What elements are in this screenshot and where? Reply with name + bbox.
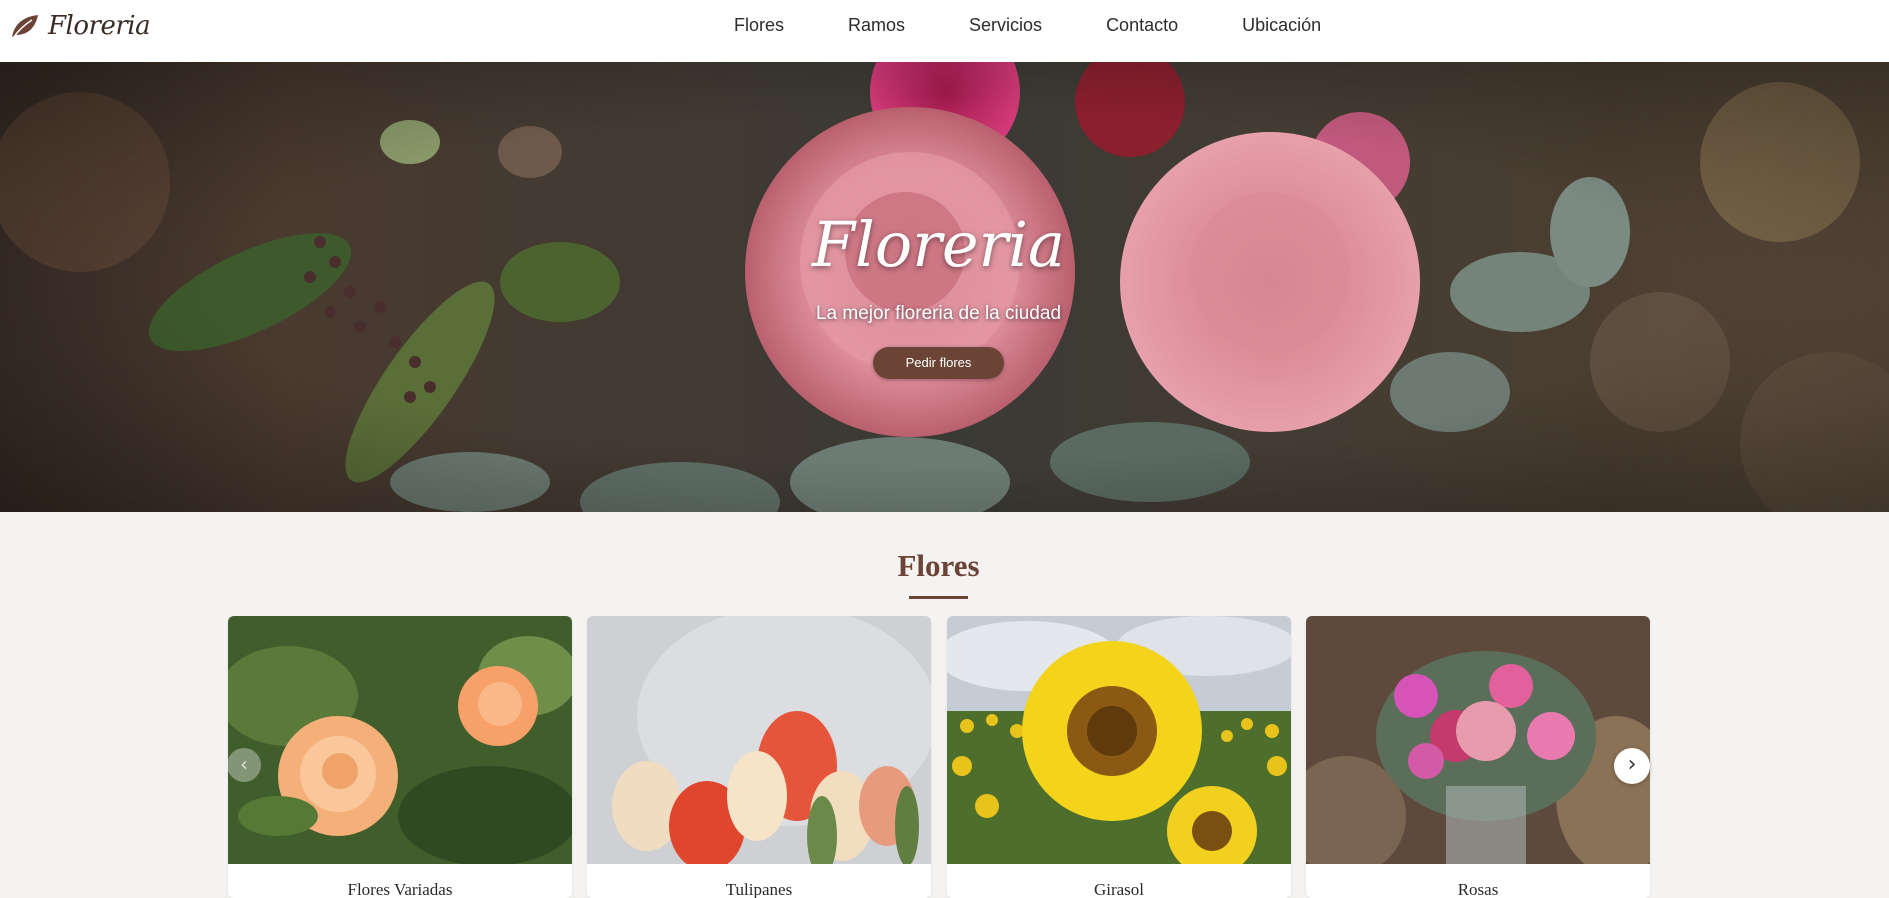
product-card[interactable]: Rosas [1306, 616, 1650, 898]
top-navbar: Floreria Flores Ramos Servicios Contacto… [0, 0, 1889, 62]
card-image-roses [1306, 616, 1650, 864]
card-title: Tulipanes [725, 880, 793, 898]
leaf-icon [12, 15, 38, 39]
chevron-right-icon[interactable]: › [1614, 748, 1650, 784]
product-card[interactable]: Tulipanes [587, 616, 931, 898]
nav-item-ramos[interactable]: Ramos [848, 15, 905, 37]
nav-item-servicios[interactable]: Servicios [969, 15, 1042, 37]
section-title: Flores [897, 548, 980, 583]
section-title-underline [909, 596, 968, 599]
brand-logo[interactable]: Floreria [10, 10, 151, 42]
chevron-left-icon[interactable]: ‹ [227, 748, 261, 782]
nav-item-ubicacion[interactable]: Ubicación [1242, 15, 1321, 37]
product-card[interactable]: Flores Variadas [228, 616, 572, 898]
card-image-mixed-flowers [228, 616, 572, 864]
hero-subtitle: La mejor floreria de la ciudad [815, 303, 1062, 324]
card-image-sunflower [947, 616, 1291, 864]
card-title: Flores Variadas [347, 880, 453, 898]
hero-title: Floreria [812, 208, 1065, 281]
nav-item-flores[interactable]: Flores [734, 15, 784, 37]
card-image-tulips [587, 616, 931, 864]
hero-background-image [0, 62, 1889, 512]
card-title: Girasol [1093, 880, 1145, 898]
hero-banner: Floreria La mejor floreria de la ciudad … [0, 62, 1889, 512]
brand-name: Floreria [48, 11, 151, 41]
order-flowers-button[interactable]: Pedir flores [873, 347, 1004, 379]
nav-item-contacto[interactable]: Contacto [1106, 15, 1178, 37]
main-nav: Flores Ramos Servicios Contacto Ubicació… [734, 15, 1321, 37]
product-card[interactable]: Girasol [947, 616, 1291, 898]
card-title: Rosas [1457, 880, 1499, 898]
